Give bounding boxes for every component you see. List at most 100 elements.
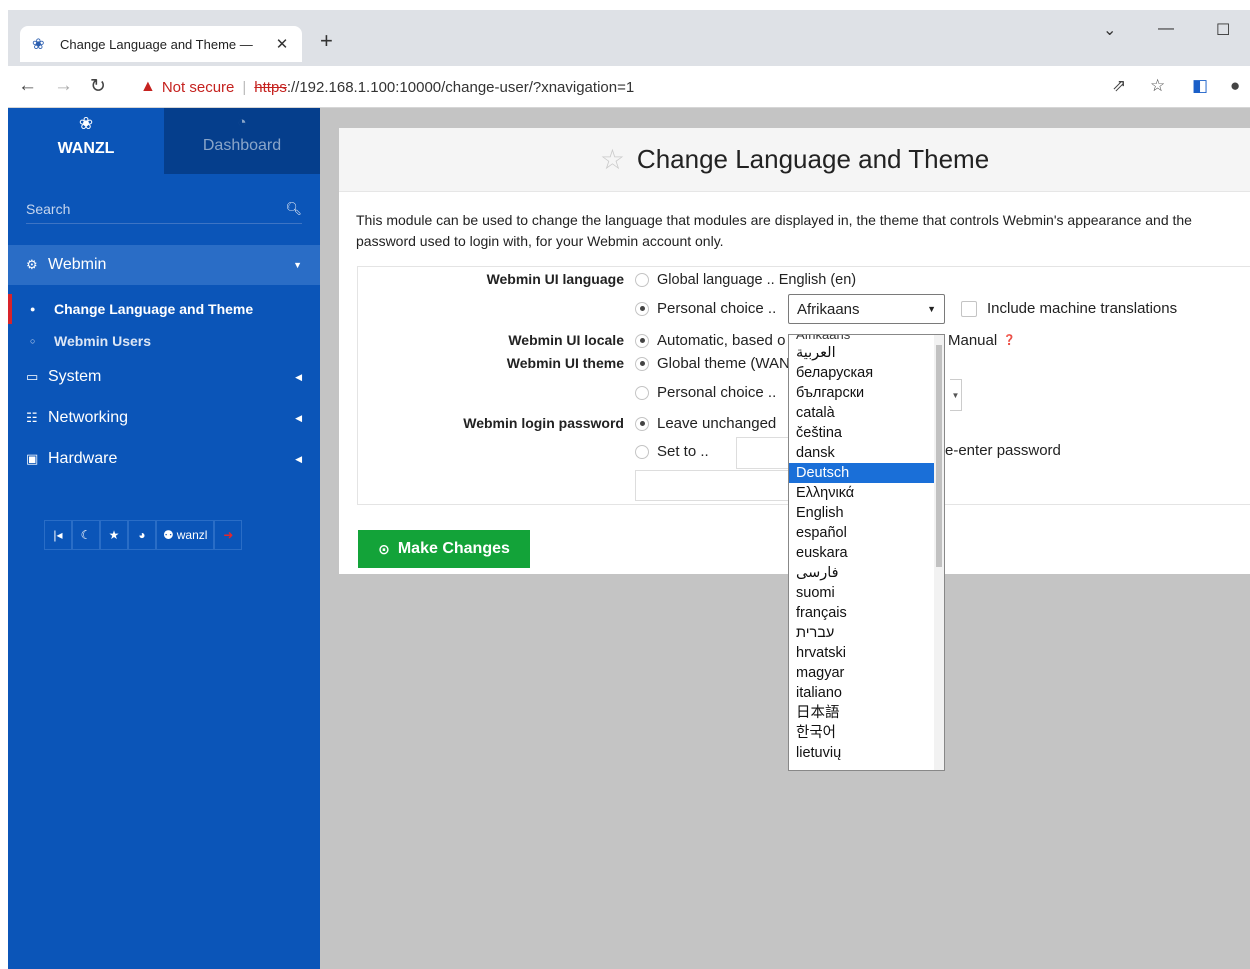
dropdown-option-partial[interactable]: Afrikaans [789,335,944,343]
webmin-logo-icon: ❀ [32,36,45,53]
sidebar-subitem-label: Change Language and Theme [54,301,254,317]
language-dropdown-list[interactable]: Afrikaans العربيةбеларускаябългарскиcata… [788,334,945,771]
brand-name: WANZL [57,140,115,157]
gear-icon: ⚙ [26,257,38,272]
search-input[interactable] [26,200,286,217]
dropdown-option[interactable]: lietuvių [789,743,935,763]
logout-icon[interactable]: ➜ [214,520,243,550]
profile-icon[interactable]: ● [1230,76,1240,96]
moon-icon[interactable]: ☾ [72,520,100,550]
dropdown-option[interactable]: עברית [789,623,935,643]
dropdown-option[interactable]: български [789,383,935,403]
brand[interactable]: ❀ WANZL [8,108,164,174]
label-ui-language: Webmin UI language [486,271,624,287]
dropdown-option[interactable]: 日本語 [789,703,935,723]
dropdown-option[interactable]: hrvatski [789,643,935,663]
reenter-password-input[interactable] [635,470,789,501]
checkbox-box [961,300,977,317]
dropdown-options: العربية беларуская български català čeština d… [789,343,944,763]
reload-icon[interactable]: ↻ [90,75,106,98]
chevron-down-icon[interactable]: ⌄ [1103,20,1116,40]
url-field[interactable]: ▲ Not secure | https ://192.168.1.100:10… [140,72,1100,102]
option-label: Personal choice .. [657,384,777,401]
dropdown-scrollbar[interactable] [934,335,944,770]
dropdown-option[interactable]: magyar [789,663,935,683]
dropdown-option[interactable]: euskara [789,543,935,563]
option-label: Manual [948,332,998,349]
extension-icon[interactable]: ◧ [1192,76,1208,96]
dropdown-option[interactable]: English [789,503,935,523]
dropdown-option[interactable]: 한국어 [789,723,935,743]
dropdown-option[interactable]: dansk [789,443,935,463]
dropdown-option[interactable]: беларуская [789,363,935,383]
dropdown-option[interactable]: čeština [789,423,935,443]
warning-icon: ▲ [140,78,156,95]
button-label: Make Changes [397,540,510,557]
sidebar-subitem-change-language[interactable]: ● Change Language and Theme [8,294,320,324]
dropdown-option[interactable]: català [789,403,935,423]
dropdown-option[interactable]: español [789,523,935,543]
browser-tab[interactable]: ❀ Change Language and Theme — ✕ [20,26,302,62]
radio-personal-language[interactable]: Personal choice .. [635,300,776,317]
label-login-password: Webmin login password [463,415,624,431]
help-icon[interactable]: ❓ [1003,335,1015,346]
star-icon[interactable]: ★ [100,520,128,550]
radio-locale-automatic[interactable]: Automatic, based o [635,332,785,349]
make-changes-button[interactable]: ⊙ Make Changes [358,530,530,568]
url-scheme: https [254,78,287,96]
forward-arrow-icon[interactable]: → [54,75,73,97]
dropdown-option[interactable]: français [789,603,935,623]
scrollbar-thumb[interactable] [936,345,942,567]
sidebar-item-label: System [48,368,102,385]
radio-circle [635,444,649,459]
maximize-icon[interactable]: ☐ [1216,20,1230,40]
favorite-star-icon[interactable]: ☆ [600,143,625,176]
reenter-password-label: e-enter password [945,442,1061,459]
minimize-icon[interactable]: — [1158,20,1174,38]
dropdown-option[interactable]: Ελληνικά [789,483,935,503]
monitor-icon: ▭ [26,369,39,384]
top-strip [0,0,1250,10]
back-arrow-icon[interactable]: ← [18,75,37,97]
dropdown-option[interactable]: Deutsch [789,463,935,483]
page-title: Change Language and Theme [636,144,990,174]
share-icon[interactable]: ⇗ [1112,76,1126,96]
sidebar-item-networking[interactable]: ☷ Networking ◀ [8,400,320,436]
sidebar-item-hardware[interactable]: ▣ Hardware ◀ [8,441,320,477]
dropdown-option[interactable]: italiano [789,683,935,703]
bullet-filled-icon: ● [30,304,36,314]
bookmark-star-icon[interactable]: ☆ [1150,76,1165,96]
include-translations-checkbox[interactable]: Include machine translations [961,300,1177,317]
palette-icon[interactable]: ◕ [128,520,156,550]
user-button[interactable]: ⚉ wanzl [156,520,215,550]
not-secure-label: Not secure [161,78,235,96]
sidebar-item-system[interactable]: ▭ System ◀ [8,359,320,395]
language-select[interactable]: Afrikaans ▼ [788,294,945,324]
close-icon[interactable]: ✕ [274,35,290,53]
dropdown-option[interactable]: فارسی [789,563,935,583]
option-label: e-enter password [945,442,1061,459]
browser-window: ❀ Change Language and Theme — ✕ + ⌄ — ☐ … [8,10,1250,969]
radio-global-language[interactable]: Global language .. English (en) [635,272,856,288]
sidebar-item-webmin[interactable]: ⚙ Webmin ▼ [8,245,320,285]
theme-select-caret[interactable]: ▼ [950,379,962,411]
radio-global-theme[interactable]: Global theme (WAN [635,355,790,372]
caret-left-icon: ◀ [295,453,302,464]
main-content: ☆ Change Language and Theme This module … [320,108,1250,969]
radio-personal-theme[interactable]: Personal choice .. [635,384,776,401]
radio-set-password[interactable]: Set to .. [635,443,709,460]
panel-header: ☆ Change Language and Theme [339,128,1250,192]
radio-circle [635,356,649,371]
bullet-empty-icon: ○ [30,336,36,346]
radio-leave-unchanged[interactable]: Leave unchanged [635,415,776,432]
new-tab-button[interactable]: + [320,28,333,54]
radio-circle [635,416,649,431]
radio-locale-manual[interactable]: Manual ❓ [948,332,1016,349]
collapse-icon[interactable]: |◂ [44,520,72,550]
search-icon[interactable]: 🔍︎ [285,201,302,217]
sidebar-item-label: Hardware [48,450,118,467]
dropdown-option[interactable]: suomi [789,583,935,603]
dashboard-tab[interactable]: ◔ Dashboard [164,108,320,174]
sidebar-subitem-webmin-users[interactable]: ○ Webmin Users [8,326,320,356]
dropdown-option[interactable]: العربية [789,343,935,363]
